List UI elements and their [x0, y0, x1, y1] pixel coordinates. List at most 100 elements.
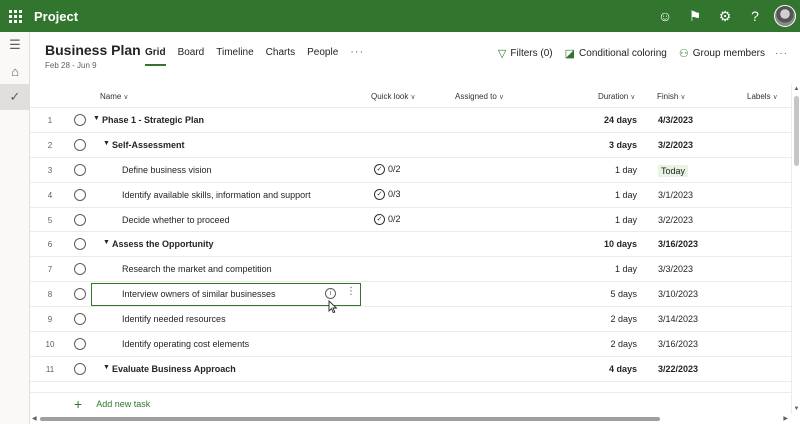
task-finish[interactable]: 4/3/2023 — [658, 115, 693, 125]
conditional-coloring-button[interactable]: ◪ Conditional coloring — [565, 46, 667, 60]
table-row[interactable]: 6 ▼ Assess the Opportunity 10 days 3/16/… — [30, 232, 791, 258]
table-row-selected[interactable]: 8 Interview owners of similar businesses… — [30, 282, 791, 314]
home-icon[interactable]: ⌂ — [0, 58, 30, 84]
collapse-chevron-icon[interactable]: ▼ — [93, 115, 100, 122]
help-icon[interactable]: ? — [740, 0, 770, 32]
task-duration[interactable]: 24 days — [604, 115, 637, 125]
task-duration[interactable]: 1 day — [615, 215, 637, 225]
table-row[interactable]: 5 Decide whether to proceed ✓ 0/2 1 day 3… — [30, 208, 791, 233]
column-finish[interactable]: Finish ∨ — [657, 92, 685, 101]
complete-task-checkbox[interactable] — [74, 138, 86, 151]
tab-grid[interactable]: Grid — [145, 46, 166, 66]
table-row[interactable]: 10 Identify operating cost elements 2 da… — [30, 332, 791, 357]
complete-task-checkbox[interactable] — [74, 263, 86, 276]
task-finish[interactable]: 3/3/2023 — [658, 264, 693, 274]
table-row[interactable]: 9 Identify needed resources 2 days 3/14/… — [30, 307, 791, 333]
collapse-chevron-icon[interactable]: ▼ — [103, 239, 110, 246]
task-finish[interactable]: 3/2/2023 — [658, 140, 693, 150]
collapse-chevron-icon[interactable]: ▼ — [103, 364, 110, 371]
hamburger-menu-icon[interactable]: ☰ — [0, 32, 30, 58]
task-duration[interactable]: 3 days — [609, 140, 637, 150]
plan-title[interactable]: Business Plan — [45, 42, 141, 58]
task-duration[interactable]: 10 days — [604, 239, 637, 249]
table-row[interactable]: 11 ▼ Evaluate Business Approach 4 days 3… — [30, 357, 791, 382]
scroll-up-icon[interactable]: ▲ — [793, 86, 800, 92]
complete-task-checkbox[interactable] — [74, 338, 86, 351]
filters-button[interactable]: ▽ Filters (0) — [498, 46, 553, 60]
task-duration[interactable]: 4 days — [609, 364, 637, 374]
task-name[interactable]: Interview owners of similar businesses — [122, 289, 276, 299]
task-duration[interactable]: 1 day — [615, 190, 637, 200]
table-row[interactable]: 3 Define business vision ✓ 0/2 1 day Toda… — [30, 158, 791, 183]
column-labels[interactable]: Labels ∨ — [747, 92, 778, 101]
scroll-right-icon[interactable]: ▶ — [783, 415, 788, 422]
flag-icon[interactable]: ⚑ — [680, 0, 710, 32]
tab-timeline[interactable]: Timeline — [216, 46, 253, 66]
task-name[interactable]: Assess the Opportunity — [112, 239, 214, 249]
task-duration[interactable]: 2 days — [610, 314, 637, 324]
feedback-smiley-icon[interactable]: ☺ — [650, 0, 680, 32]
complete-task-checkbox[interactable] — [74, 188, 86, 201]
scroll-left-icon[interactable]: ◀ — [32, 415, 37, 422]
task-name[interactable]: Phase 1 - Strategic Plan — [102, 115, 204, 125]
actions-more-button[interactable]: ··· — [775, 48, 788, 59]
avatar[interactable] — [774, 5, 796, 27]
task-name[interactable]: Identify needed resources — [122, 314, 226, 324]
table-row[interactable]: 7 Research the market and competition 1 … — [30, 257, 791, 283]
table-row[interactable]: 1 ▼ Phase 1 - Strategic Plan 24 days 4/3… — [30, 108, 791, 133]
collapse-chevron-icon[interactable]: ▼ — [103, 140, 110, 147]
task-name[interactable]: Evaluate Business Approach — [112, 364, 236, 374]
column-assigned-to[interactable]: Assigned to ∨ — [455, 92, 504, 101]
task-name[interactable]: Identify available skills, information a… — [122, 190, 311, 200]
table-row[interactable]: 4 Identify available skills, information… — [30, 183, 791, 208]
task-finish-today[interactable]: Today — [658, 164, 689, 177]
task-name[interactable]: Identify operating cost elements — [122, 339, 249, 349]
vertical-scrollbar[interactable]: ▲ ▼ — [791, 84, 800, 414]
gear-icon[interactable]: ⚙ — [710, 0, 740, 32]
task-finish[interactable]: 3/16/2023 — [658, 239, 698, 249]
quick-look-checklist[interactable]: ✓ 0/2 — [374, 213, 401, 225]
task-name[interactable]: Define business vision — [122, 165, 212, 175]
task-finish[interactable]: 3/14/2023 — [658, 314, 698, 324]
vertical-scroll-thumb[interactable] — [794, 96, 799, 166]
tabs-more-button[interactable]: ··· — [350, 46, 364, 66]
task-finish[interactable]: 3/10/2023 — [658, 289, 698, 299]
horizontal-scroll-thumb[interactable] — [40, 417, 660, 421]
tab-board[interactable]: Board — [178, 46, 205, 66]
task-name[interactable]: Decide whether to proceed — [122, 215, 230, 225]
task-finish[interactable]: 3/2/2023 — [658, 215, 693, 225]
tab-charts[interactable]: Charts — [266, 46, 295, 66]
column-quick-look[interactable]: Quick look ∨ — [371, 92, 415, 101]
column-name[interactable]: Name ∨ — [100, 92, 128, 101]
column-duration[interactable]: Duration ∨ — [598, 92, 635, 101]
task-duration[interactable]: 1 day — [615, 264, 637, 274]
complete-task-checkbox[interactable] — [74, 362, 86, 375]
complete-task-checkbox[interactable] — [74, 163, 86, 176]
more-options-icon[interactable]: ⋮ — [346, 286, 356, 297]
task-duration[interactable]: 2 days — [610, 339, 637, 349]
scroll-down-icon[interactable]: ▼ — [793, 406, 800, 412]
complete-task-checkbox[interactable] — [74, 238, 86, 251]
complete-task-checkbox[interactable] — [74, 288, 86, 301]
app-launcher-button[interactable] — [0, 0, 30, 32]
chevron-down-icon: ∨ — [630, 94, 636, 101]
group-members-button[interactable]: ⚇ Group members — [679, 46, 765, 60]
task-name[interactable]: Self-Assessment — [112, 140, 185, 150]
task-duration[interactable]: 5 days — [610, 289, 637, 299]
task-finish[interactable]: 3/22/2023 — [658, 364, 698, 374]
quick-look-checklist[interactable]: ✓ 0/2 — [374, 163, 401, 175]
quick-look-checklist[interactable]: ✓ 0/3 — [374, 188, 401, 200]
app-title[interactable]: Project — [34, 9, 78, 24]
task-finish[interactable]: 3/1/2023 — [658, 190, 693, 200]
complete-task-checkbox[interactable] — [74, 114, 86, 126]
horizontal-scrollbar[interactable]: ◀ ▶ — [30, 414, 800, 424]
tab-people[interactable]: People — [307, 46, 338, 66]
add-new-task-row[interactable]: + Add new task — [30, 392, 791, 414]
task-finish[interactable]: 3/16/2023 — [658, 339, 698, 349]
task-duration[interactable]: 1 day — [615, 165, 637, 175]
complete-task-checkbox[interactable] — [74, 213, 86, 226]
table-row[interactable]: 2 ▼ Self-Assessment 3 days 3/2/2023 — [30, 133, 791, 158]
task-name[interactable]: Research the market and competition — [122, 264, 272, 274]
complete-task-checkbox[interactable] — [74, 313, 86, 326]
checkmark-icon[interactable]: ✓ — [0, 84, 30, 110]
